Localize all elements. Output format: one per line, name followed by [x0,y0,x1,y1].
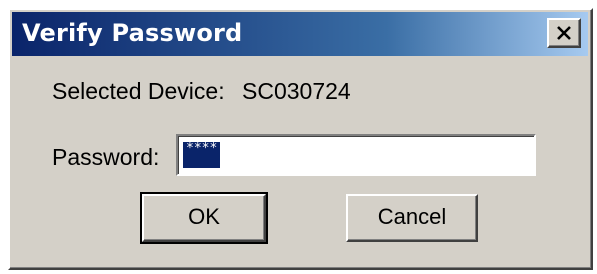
password-label: Password: [52,144,160,170]
selected-device-label: Selected Device: [52,78,225,104]
title-bar[interactable]: Verify Password [12,12,588,56]
password-value: **** [183,142,221,168]
ok-button[interactable]: OK [140,192,268,244]
selected-device-value: SC030724 [242,78,351,104]
verify-password-dialog: Verify Password Selected Device: SC03072… [8,8,593,270]
close-button[interactable] [547,18,581,48]
dialog-title: Verify Password [22,19,243,47]
password-field[interactable]: **** [176,134,536,176]
cancel-button[interactable]: Cancel [346,194,478,242]
close-icon [557,26,571,40]
